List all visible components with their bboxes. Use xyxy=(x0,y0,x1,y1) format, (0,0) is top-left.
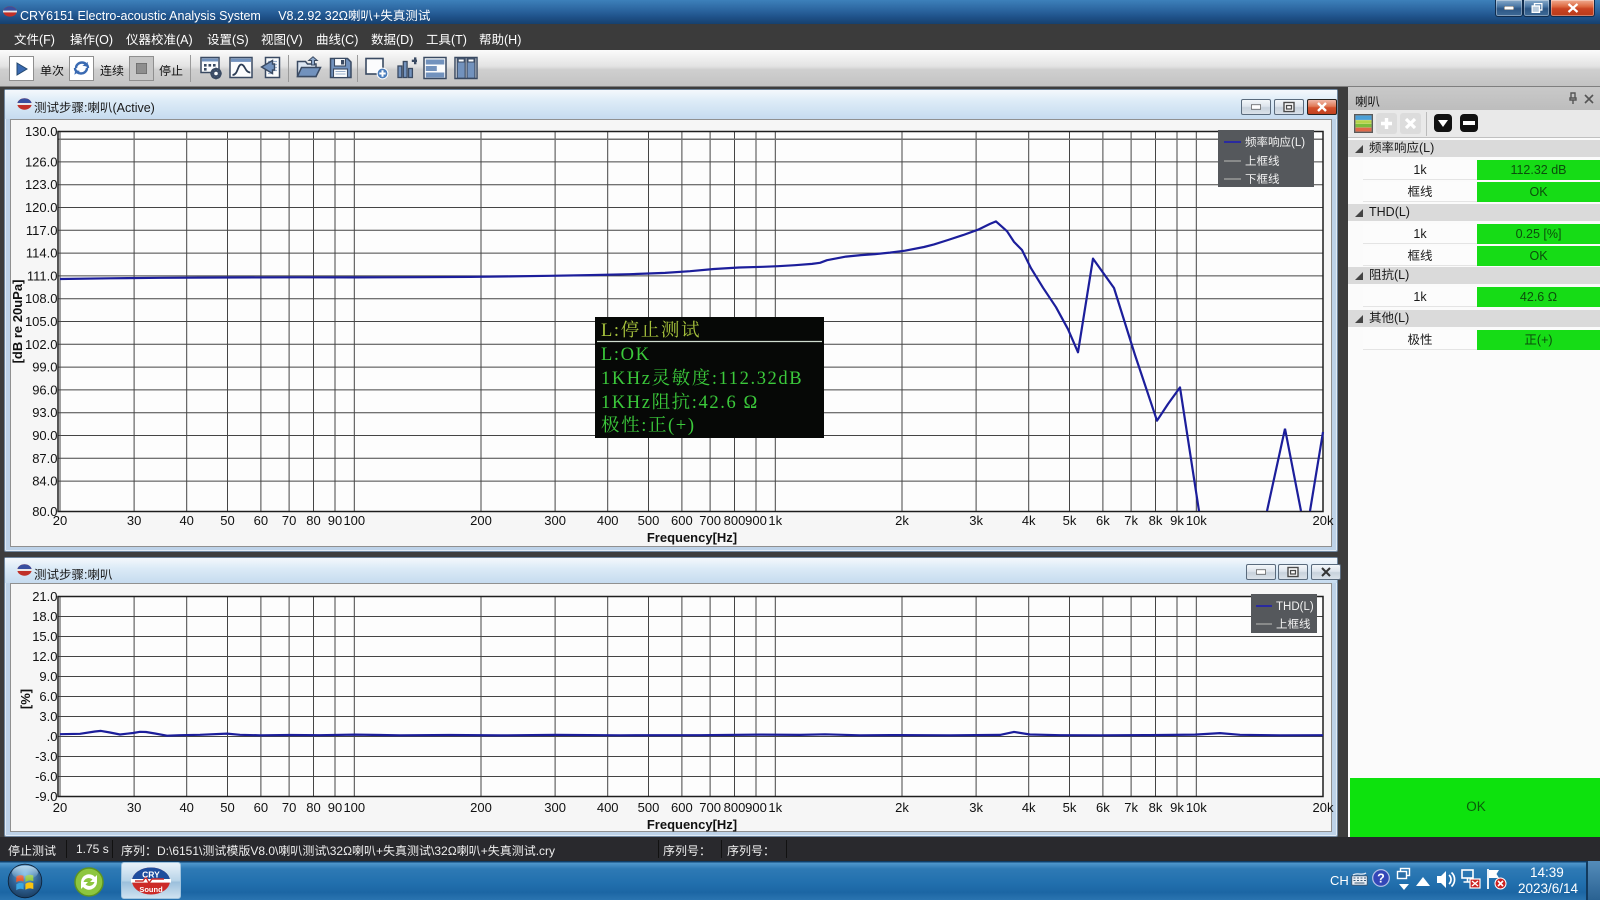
svg-text:?: ? xyxy=(1377,872,1385,886)
svg-text:CRY: CRY xyxy=(142,870,160,880)
svg-text:Sound: Sound xyxy=(139,885,163,894)
